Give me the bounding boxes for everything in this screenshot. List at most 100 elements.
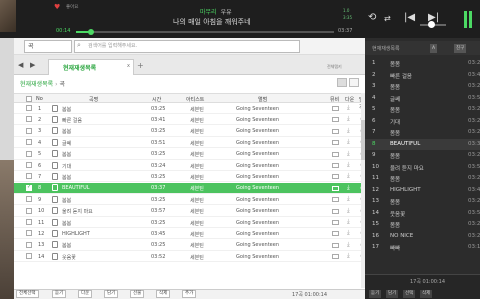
row-album[interactable]: Going Seventeen: [236, 185, 279, 191]
pause-icon[interactable]: [464, 11, 467, 28]
side-a-button[interactable]: A: [430, 44, 438, 53]
row-artist[interactable]: 세븐틴: [190, 242, 204, 249]
row-checkbox[interactable]: [26, 150, 32, 157]
lyrics-icon[interactable]: [52, 184, 58, 192]
bottom-button[interactable]: 선물: [130, 290, 145, 298]
mv-icon[interactable]: [332, 231, 339, 237]
repeat-icon[interactable]: ⟲: [368, 12, 376, 23]
row-album[interactable]: Going Seventeen: [236, 117, 279, 123]
bottom-button[interactable]: 삭제: [156, 290, 171, 298]
table-row[interactable]: 13봄봄03:25세븐틴Going Seventeen⤓⊕: [14, 240, 366, 251]
lyrics-icon[interactable]: [52, 252, 58, 260]
row-artist[interactable]: 세븐틴: [190, 254, 204, 261]
download-icon[interactable]: ⤓: [347, 195, 350, 203]
row-artist[interactable]: 세븐틴: [190, 140, 204, 147]
row-artist[interactable]: 세븐틴: [190, 151, 204, 158]
mv-icon[interactable]: [332, 185, 339, 191]
row-checkbox[interactable]: [26, 173, 32, 180]
row-checkbox[interactable]: [26, 230, 32, 237]
mv-icon[interactable]: [332, 151, 339, 157]
row-title[interactable]: 기대: [62, 163, 71, 170]
prev-icon[interactable]: |◀: [404, 12, 415, 23]
row-title[interactable]: 봄봄: [62, 106, 71, 113]
col-title[interactable]: 곡명: [89, 96, 98, 103]
row-artist[interactable]: 세븐틴: [190, 117, 204, 124]
side-friend-button[interactable]: 친구: [454, 44, 467, 53]
side-list-item[interactable]: 14 웃음꽃 03:5: [365, 208, 480, 220]
row-title[interactable]: HIGHLIGHT: [62, 231, 90, 237]
grid-view-icon[interactable]: [349, 78, 359, 87]
row-artist[interactable]: 세븐틴: [190, 106, 204, 113]
row-album[interactable]: Going Seventeen: [236, 231, 279, 237]
download-icon[interactable]: ⤓: [347, 115, 350, 123]
side-list-item[interactable]: 6 기대 03:2: [365, 116, 480, 128]
table-row[interactable]: 4글쎄03:51세븐틴Going Seventeen⤓⊕: [14, 137, 366, 149]
download-icon[interactable]: ⤓: [347, 172, 350, 180]
table-row[interactable]: 7봄봄03:25세븐틴Going Seventeen⤓⊕: [14, 171, 366, 183]
bottom-button[interactable]: 듣기: [52, 290, 67, 298]
row-title[interactable]: 글쎄: [62, 140, 71, 147]
lyrics-icon[interactable]: [52, 207, 58, 215]
row-title[interactable]: BEAUTIFUL: [62, 185, 90, 191]
add-tab-icon[interactable]: +: [137, 61, 144, 70]
side-list-item[interactable]: 11 봄봄 03:2: [365, 173, 480, 185]
row-album[interactable]: Going Seventeen: [236, 197, 279, 203]
download-icon[interactable]: ⤓: [347, 252, 350, 260]
row-checkbox[interactable]: [26, 207, 32, 214]
row-album[interactable]: Going Seventeen: [236, 254, 279, 260]
download-icon[interactable]: ⤓: [347, 218, 350, 226]
row-checkbox[interactable]: [26, 127, 32, 134]
row-artist[interactable]: 세븐틴: [190, 208, 204, 215]
search-input[interactable]: 검색어를 입력해주세요.: [74, 40, 300, 53]
list-view-icon[interactable]: [337, 78, 347, 87]
row-album[interactable]: Going Seventeen: [236, 242, 279, 248]
side-list-item[interactable]: 10 울려 듣지 마요 03:5: [365, 162, 480, 174]
breadcrumb-root[interactable]: 현재재생목록: [20, 81, 53, 88]
mv-icon[interactable]: [332, 220, 339, 225]
download-icon[interactable]: ⤓: [347, 241, 350, 249]
bottom-button[interactable]: 다운: [78, 290, 93, 298]
row-checkbox[interactable]: [26, 105, 32, 111]
col-no[interactable]: No: [36, 96, 43, 102]
download-icon[interactable]: ⤓: [347, 161, 350, 169]
table-row[interactable]: 8BEAUTIFUL03:37세븐틴Going Seventeen⤓⊕: [14, 182, 366, 194]
lyrics-icon[interactable]: [52, 241, 58, 249]
row-title[interactable]: 봄봄: [62, 197, 71, 204]
download-icon[interactable]: ⤓: [347, 127, 350, 135]
search-type-select[interactable]: 곡: [24, 40, 72, 53]
lyrics-icon[interactable]: [52, 138, 58, 146]
lyrics-icon[interactable]: [52, 127, 58, 135]
side-list-item[interactable]: 1 봄봄 03:2: [365, 58, 480, 70]
row-title[interactable]: 봄봄: [62, 242, 71, 249]
mv-icon[interactable]: [332, 128, 339, 134]
side-list-item[interactable]: 3 봄봄 03:2: [365, 81, 480, 93]
row-checkbox[interactable]: [26, 184, 32, 191]
row-checkbox[interactable]: [26, 139, 32, 146]
lyrics-icon[interactable]: [52, 104, 58, 112]
row-artist[interactable]: 세븐틴: [190, 174, 204, 181]
table-row[interactable]: 6기대03:24세븐틴Going Seventeen⤓⊕: [14, 160, 366, 171]
volume-knob[interactable]: [428, 21, 435, 28]
side-list-item[interactable]: 15 봄봄 03:2: [365, 219, 480, 231]
row-checkbox[interactable]: [26, 241, 32, 248]
lyrics-icon[interactable]: [52, 229, 58, 237]
table-row[interactable]: 2빠른 걸음03:41세븐틴Going Seventeen⤓⊕: [14, 114, 366, 126]
table-row[interactable]: 14웃음꽃03:52세븐틴Going Seventeen⤓⊕: [14, 251, 366, 263]
row-title[interactable]: 봄봄: [62, 220, 71, 227]
lyrics-icon[interactable]: [52, 172, 58, 180]
forward-icon[interactable]: ▶: [30, 61, 35, 69]
mv-icon[interactable]: [332, 197, 339, 203]
download-icon[interactable]: ⤓: [347, 229, 350, 237]
row-checkbox[interactable]: [26, 196, 32, 203]
bottom-button[interactable]: 추가: [182, 290, 197, 298]
table-row[interactable]: 1봄봄03:25세븐틴Going Seventeen⤓⊕: [14, 103, 366, 114]
bottom-button[interactable]: 전체선택: [16, 290, 39, 298]
row-album[interactable]: Going Seventeen: [236, 128, 279, 134]
row-album[interactable]: Going Seventeen: [236, 208, 279, 214]
row-checkbox[interactable]: [26, 219, 32, 225]
row-artist[interactable]: 세븐틴: [190, 197, 204, 204]
mv-icon[interactable]: [332, 242, 339, 248]
row-album[interactable]: Going Seventeen: [236, 140, 279, 146]
all-tabs-button[interactable]: 전체탭키: [327, 64, 342, 70]
row-title[interactable]: 봄봄: [62, 151, 71, 158]
